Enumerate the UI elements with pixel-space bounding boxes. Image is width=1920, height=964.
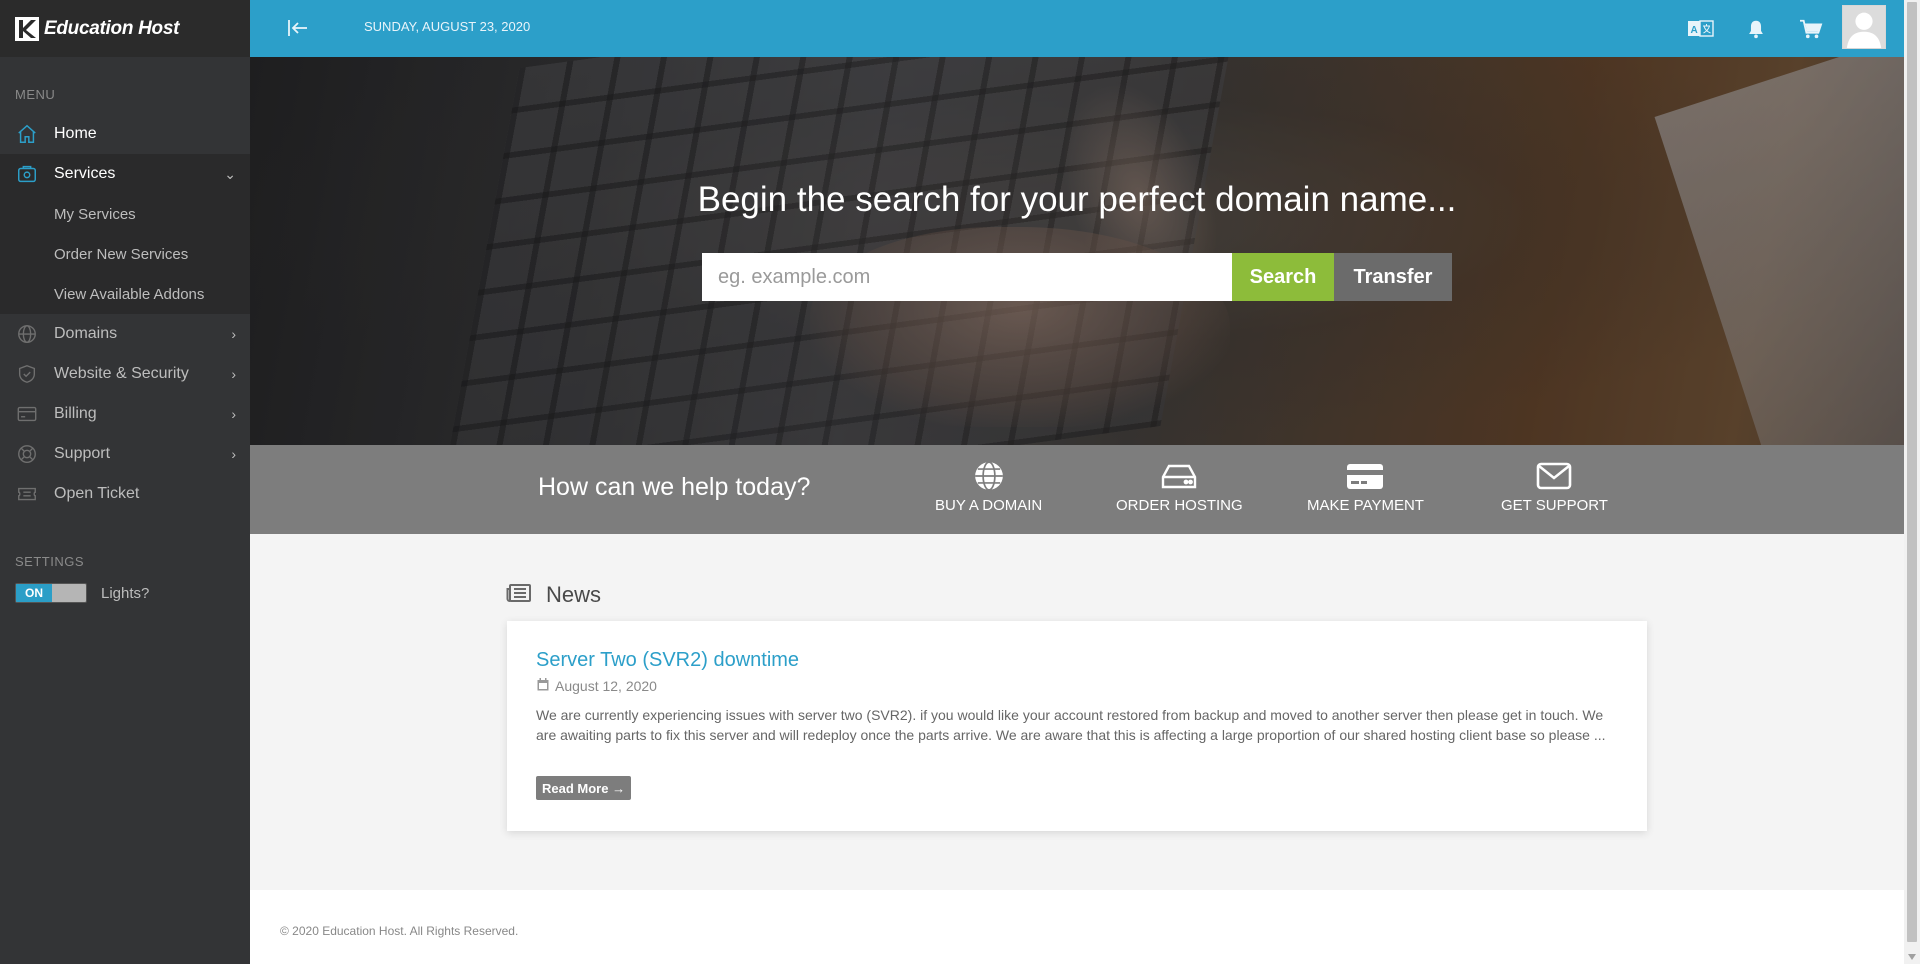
sidebar-item-home[interactable]: Home (0, 114, 250, 154)
make-payment-link[interactable]: MAKE PAYMENT (1307, 459, 1424, 514)
sidebar: Education Host MENU Home Services ⌄ My S… (0, 0, 250, 964)
brand-logo[interactable]: Education Host (0, 0, 250, 57)
calendar-icon (537, 678, 549, 694)
credit-card-icon (0, 403, 54, 425)
globe-icon (0, 323, 54, 345)
scroll-down-arrow-icon[interactable] (1908, 954, 1916, 960)
server-icon (1160, 459, 1198, 493)
ticket-icon (0, 483, 54, 505)
get-support-link[interactable]: GET SUPPORT (1501, 459, 1608, 514)
news-heading: News (506, 582, 601, 608)
sidebar-item-label: Billing (54, 405, 97, 422)
chevron-right-icon: › (231, 326, 236, 342)
news-card: Server Two (SVR2) downtime August 12, 20… (507, 621, 1647, 831)
cart-icon[interactable] (1796, 14, 1826, 44)
shield-icon (0, 363, 54, 385)
search-button[interactable]: Search (1232, 253, 1334, 301)
hero-title: Begin the search for your perfect domain… (697, 180, 1457, 219)
sidebar-subitem-view-available-addons[interactable]: View Available Addons (0, 274, 250, 314)
domain-search-input[interactable] (702, 253, 1232, 301)
sidebar-item-services[interactable]: Services ⌄ (0, 154, 250, 194)
lights-setting: ON Lights? (0, 583, 250, 603)
sidebar-item-open-ticket[interactable]: Open Ticket (0, 474, 250, 514)
news-date-text: August 12, 2020 (555, 678, 657, 694)
svg-text:A: A (1691, 25, 1698, 36)
home-icon (0, 123, 54, 145)
sidebar-item-support[interactable]: Support › (0, 434, 250, 474)
news-item-date: August 12, 2020 (537, 678, 657, 694)
logo-mark-icon (15, 16, 39, 41)
user-icon (1843, 6, 1885, 48)
domain-search-form: Search Transfer (702, 253, 1452, 301)
sidebar-item-domains[interactable]: Domains › (0, 314, 250, 354)
chevron-right-icon: › (231, 446, 236, 462)
brand-name: Education Host (44, 17, 180, 39)
footer: © 2020 Education Host. All Rights Reserv… (250, 890, 1904, 964)
help-link-label: BUY A DOMAIN (935, 497, 1043, 514)
avatar[interactable] (1842, 5, 1886, 49)
buy-domain-link[interactable]: BUY A DOMAIN (935, 459, 1042, 514)
toggle-state-label: ON (16, 584, 52, 602)
sidebar-subitem-my-services[interactable]: My Services (0, 194, 250, 234)
current-date: SUNDAY, AUGUST 23, 2020 (364, 19, 531, 34)
menu-section-label: MENU (15, 87, 56, 102)
news-title-label: News (546, 582, 602, 607)
settings-section-label: SETTINGS (15, 554, 85, 569)
sidebar-item-label: Services (54, 165, 116, 182)
collapse-sidebar-icon[interactable] (286, 17, 310, 39)
news-item-title[interactable]: Server Two (SVR2) downtime (536, 649, 799, 672)
globe-icon (973, 459, 1005, 493)
page-scrollbar[interactable] (1904, 0, 1920, 964)
order-hosting-link[interactable]: ORDER HOSTING (1116, 459, 1243, 514)
sidebar-item-label: Open Ticket (54, 485, 140, 502)
services-icon (0, 163, 54, 185)
chevron-down-icon: ⌄ (224, 166, 236, 182)
sidebar-item-website-security[interactable]: Website & Security › (0, 354, 250, 394)
sidebar-item-billing[interactable]: Billing › (0, 394, 250, 434)
top-bar: SUNDAY, AUGUST 23, 2020 A (250, 0, 1904, 57)
sidebar-item-label: Home (54, 125, 97, 142)
help-link-label: MAKE PAYMENT (1307, 497, 1424, 514)
help-strip: How can we help today? BUY A DOMAIN ORDE… (250, 445, 1904, 534)
translate-icon[interactable]: A (1686, 14, 1716, 44)
sidebar-item-label: Domains (54, 325, 118, 342)
domain-search-hero: Begin the search for your perfect domain… (250, 57, 1904, 445)
help-link-label: ORDER HOSTING (1116, 497, 1243, 514)
lights-label: Lights? (101, 584, 150, 602)
bell-icon[interactable] (1741, 14, 1771, 44)
lifebuoy-icon (0, 443, 54, 465)
chevron-right-icon: › (231, 366, 236, 382)
credit-card-icon (1346, 459, 1384, 493)
sidebar-item-label: Support (54, 445, 111, 462)
read-more-button[interactable]: Read More → (536, 776, 632, 800)
envelope-icon (1536, 459, 1572, 493)
sidebar-item-label: Website & Security (54, 365, 189, 382)
news-item-excerpt: We are currently experiencing issues wit… (536, 707, 1606, 743)
chevron-right-icon: › (231, 406, 236, 422)
newspaper-icon (506, 583, 532, 608)
copyright-text: © 2020 Education Host. All Rights Reserv… (280, 924, 519, 938)
transfer-button[interactable]: Transfer (1334, 253, 1452, 301)
help-title: How can we help today? (538, 473, 811, 501)
scrollbar-thumb[interactable] (1907, 2, 1917, 942)
sidebar-subitem-order-new-services[interactable]: Order New Services (0, 234, 250, 274)
help-link-label: GET SUPPORT (1501, 497, 1608, 514)
lights-toggle[interactable]: ON (15, 583, 87, 603)
